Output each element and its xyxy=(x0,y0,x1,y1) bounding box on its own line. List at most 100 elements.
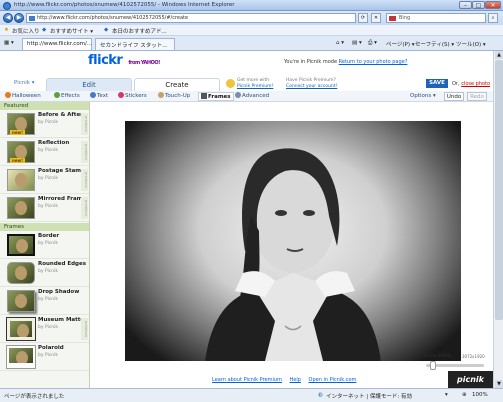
minimize-button[interactable]: – xyxy=(459,1,472,9)
tab-create[interactable]: Create xyxy=(134,78,220,91)
window-title: http://www.flickr.com/photos/snumew/4102… xyxy=(14,2,235,8)
list-item[interactable]: Border by Picnik xyxy=(0,231,89,259)
promo-link-1[interactable]: Picnik Premium! xyxy=(237,84,273,89)
list-item[interactable]: Mirrored Frame by Picnik premium xyxy=(0,194,89,222)
item-author: by Picnik xyxy=(38,353,58,358)
picnik-mode-notice: You're in Picnik mode Return to your pho… xyxy=(284,59,407,65)
thumbnail xyxy=(7,197,35,219)
favorites-star-icon[interactable]: ★ xyxy=(4,27,9,33)
item-name: Mirrored Frame xyxy=(38,196,87,202)
item-author: by Picnik xyxy=(38,297,58,302)
tab-label: http://www.flickr.com/... xyxy=(27,41,93,47)
suggested-sites-link[interactable]: おすすめサイト ▾ xyxy=(50,27,93,35)
forward-icon[interactable]: ▶ xyxy=(14,13,24,23)
feeds-icon[interactable]: ▤ ▾ xyxy=(352,40,362,46)
scroll-down-icon[interactable]: ▼ xyxy=(495,380,503,388)
close-window-button[interactable]: ✕ xyxy=(485,1,501,9)
tool-label: Effects xyxy=(61,93,80,99)
close-photo-link[interactable]: close photo xyxy=(461,81,490,87)
premium-label: premium xyxy=(81,113,88,135)
ie-logo-icon xyxy=(3,2,11,10)
zone-settings-icon[interactable]: ▾ xyxy=(445,392,448,398)
window-titlebar: http://www.flickr.com/photos/snumew/4102… xyxy=(0,0,503,11)
tools-menu[interactable]: ツール(O) ▾ xyxy=(456,40,486,48)
tab-secondlife[interactable]: セカンドライフ スタット... xyxy=(95,38,175,50)
maximize-button[interactable]: □ xyxy=(472,1,485,9)
tool-label: Advanced xyxy=(242,93,270,99)
picnik-logo: picnik xyxy=(448,371,493,388)
favorites-button[interactable]: お気に入り xyxy=(12,27,40,35)
safety-menu[interactable]: セーフティ(S) ▾ xyxy=(415,40,454,48)
advanced-icon xyxy=(235,92,241,98)
item-author: by Picnik xyxy=(38,269,58,274)
tool-frames[interactable]: Frames xyxy=(198,92,234,101)
tab-flickr[interactable]: http://www.flickr.com/... xyxy=(22,38,92,50)
status-zoom[interactable]: 100% xyxy=(472,392,488,398)
tab-bar: ▦ ▾ http://www.flickr.com/... セカンドライフ スタ… xyxy=(0,36,503,51)
address-bar: ◀ ▶ http://www.flickr.com/photos/snumew/… xyxy=(0,11,503,25)
flickr-header: flickr from YAHOO! You're in Picnik mode… xyxy=(0,51,493,77)
premium-promo[interactable]: Get more with Picnik Premium! xyxy=(226,78,273,89)
tool-effects[interactable]: Effects xyxy=(52,92,82,101)
web-slice-icon: ◆ xyxy=(104,27,109,33)
flickr-logo-text: flickr xyxy=(88,53,123,68)
learn-premium-link[interactable]: Learn about Picnik Premium xyxy=(212,377,282,383)
flickr-logo[interactable]: flickr from YAHOO! xyxy=(88,53,160,68)
new-badge: new! xyxy=(10,158,26,163)
connect-promo[interactable]: Have Picnik Premium? Connect your accoun… xyxy=(286,78,337,89)
page-menu[interactable]: ページ(P) ▾ xyxy=(386,40,415,48)
item-name: Before & After xyxy=(38,112,83,118)
tool-text[interactable]: Text xyxy=(88,92,110,101)
zoom-slider-handle[interactable] xyxy=(430,361,436,370)
footer-links: Learn about Picnik Premium Help Open in … xyxy=(212,377,362,383)
list-item[interactable]: Rounded Edges by Picnik xyxy=(0,259,89,287)
list-item[interactable]: new! Reflection by Picnik premium xyxy=(0,138,89,166)
picnik-menu[interactable]: Picnik ▾ xyxy=(14,80,34,86)
redo-button[interactable]: Redo xyxy=(467,92,487,101)
save-button[interactable]: SAVE xyxy=(426,79,448,88)
search-icon[interactable]: ⌕ xyxy=(488,13,498,23)
tool-halloween[interactable]: Halloween xyxy=(3,92,43,101)
tool-stickers[interactable]: Stickers xyxy=(116,92,149,101)
tab-edit[interactable]: Edit xyxy=(46,78,132,91)
search-input[interactable]: Bing xyxy=(386,13,486,23)
stop-icon[interactable]: ✕ xyxy=(371,13,381,23)
list-item[interactable]: Museum Matte by Picnik premium xyxy=(0,315,89,343)
touchup-icon xyxy=(158,92,164,98)
thumbnail xyxy=(7,290,35,312)
undo-button[interactable]: Undo xyxy=(444,92,464,101)
list-item[interactable]: new! Before & After by Picnik premium xyxy=(0,110,89,138)
search-engine-label: Bing xyxy=(399,15,411,21)
page-content: flickr from YAHOO! You're in Picnik mode… xyxy=(0,51,503,388)
scroll-up-icon[interactable]: ▲ xyxy=(495,51,503,59)
vertical-scrollbar[interactable]: ▲ ▼ xyxy=(493,51,503,388)
new-badge: new! xyxy=(10,130,26,135)
heart-icon xyxy=(118,92,124,98)
tool-label: Halloween xyxy=(12,93,41,99)
url-input[interactable]: http://www.flickr.com/photos/snumew/4102… xyxy=(26,13,356,23)
refresh-icon[interactable]: ⟳ xyxy=(358,13,368,23)
tool-touchup[interactable]: Touch-Up xyxy=(156,92,192,101)
zoom-icon[interactable]: ⊕ xyxy=(462,392,467,398)
help-link[interactable]: Help xyxy=(290,377,301,383)
return-photo-link[interactable]: Return to your photo page? xyxy=(339,59,408,65)
status-text: ページが表示されました xyxy=(4,394,65,400)
open-picnik-link[interactable]: Open in Picnik.com xyxy=(309,377,357,383)
edited-photo[interactable] xyxy=(125,121,461,361)
print-icon[interactable]: ⎙ ▾ xyxy=(368,40,377,47)
yahoo-logo-text: from YAHOO! xyxy=(128,60,160,66)
home-icon[interactable]: ⌂ ▾ xyxy=(336,40,344,46)
tool-label: Stickers xyxy=(125,93,147,99)
item-author: by Picnik xyxy=(38,176,58,181)
list-item[interactable]: Postage Stamp by Picnik premium xyxy=(0,166,89,194)
options-menu[interactable]: Options ▾ xyxy=(408,92,438,101)
list-item[interactable]: Drop Shadow by Picnik xyxy=(0,287,89,315)
web-slice-link[interactable]: 本日のおすすめアド... xyxy=(112,27,167,35)
list-item[interactable]: Polaroid by Picnik xyxy=(0,343,89,371)
create-toolbar: Halloween Effects Text Stickers Touch-Up… xyxy=(0,91,493,102)
back-icon[interactable]: ◀ xyxy=(3,13,13,23)
premium-label: premium xyxy=(81,318,88,340)
scroll-thumb[interactable] xyxy=(495,60,503,320)
connect-account-link[interactable]: Connect your account! xyxy=(286,84,337,89)
tool-advanced[interactable]: Advanced xyxy=(233,92,271,101)
